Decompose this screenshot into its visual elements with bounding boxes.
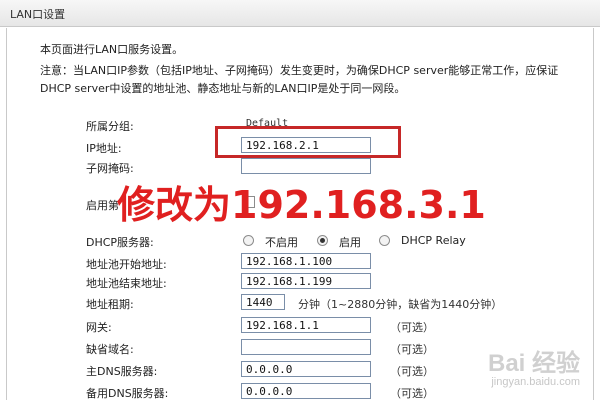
domain-input[interactable] xyxy=(241,339,371,355)
dns2-label: 备用DNS服务器: xyxy=(86,387,169,400)
dhcp-radio-enable[interactable] xyxy=(317,235,328,246)
lease-label: 地址租期: xyxy=(86,298,134,311)
window-title: LAN口设置 xyxy=(10,8,66,21)
dhcp-option-relay: DHCP Relay xyxy=(401,234,466,247)
annotation-text: 修改为192.168.3.1 xyxy=(117,183,486,227)
dhcp-radio-relay[interactable] xyxy=(379,235,390,246)
gateway-optional: （可选） xyxy=(390,321,434,334)
gateway-input[interactable] xyxy=(241,317,371,333)
pool-end-input[interactable] xyxy=(241,273,371,289)
pool-start-label: 地址池开始地址: xyxy=(86,258,167,271)
group-label: 所属分组: xyxy=(86,120,134,133)
mask-input[interactable] xyxy=(241,158,371,174)
dns2-input[interactable] xyxy=(241,383,371,399)
gateway-label: 网关: xyxy=(86,321,112,334)
dhcp-option-enable: 启用 xyxy=(339,236,361,249)
domain-label: 缺省域名: xyxy=(86,343,134,356)
watermark-url: jingyan.baidu.com xyxy=(491,376,580,388)
dhcp-option-disable: 不启用 xyxy=(265,236,298,249)
lease-unit-text: 分钟（1~2880分钟，缺省为1440分钟） xyxy=(298,298,503,311)
note-text: 注意：当LAN口IP参数（包括IP地址、子网掩码）发生变更时，为确保DHCP s… xyxy=(40,64,559,95)
baidu-watermark: Bai 经验 jingyan.baidu.com xyxy=(488,343,580,388)
dns1-label: 主DNS服务器: xyxy=(86,365,158,378)
dhcp-radio-disable[interactable] xyxy=(243,235,254,246)
lease-input[interactable] xyxy=(241,294,285,310)
ip-label: IP地址: xyxy=(86,142,122,155)
dns2-optional: （可选） xyxy=(390,387,434,400)
enable-label: 启用第 xyxy=(86,199,119,212)
dns1-input[interactable] xyxy=(241,361,371,377)
window-title-bar: LAN口设置 xyxy=(0,0,600,27)
pool-end-label: 地址池结束地址: xyxy=(86,277,167,290)
ip-highlight-box xyxy=(215,126,401,158)
pool-start-input[interactable] xyxy=(241,253,371,269)
dns1-optional: （可选） xyxy=(390,365,434,378)
watermark-logo-text: Bai 经验 xyxy=(487,350,580,377)
dhcp-label: DHCP服务器: xyxy=(86,236,154,249)
domain-optional: （可选） xyxy=(390,343,434,356)
intro-text: 本页面进行LAN口服务设置。 xyxy=(40,43,184,56)
